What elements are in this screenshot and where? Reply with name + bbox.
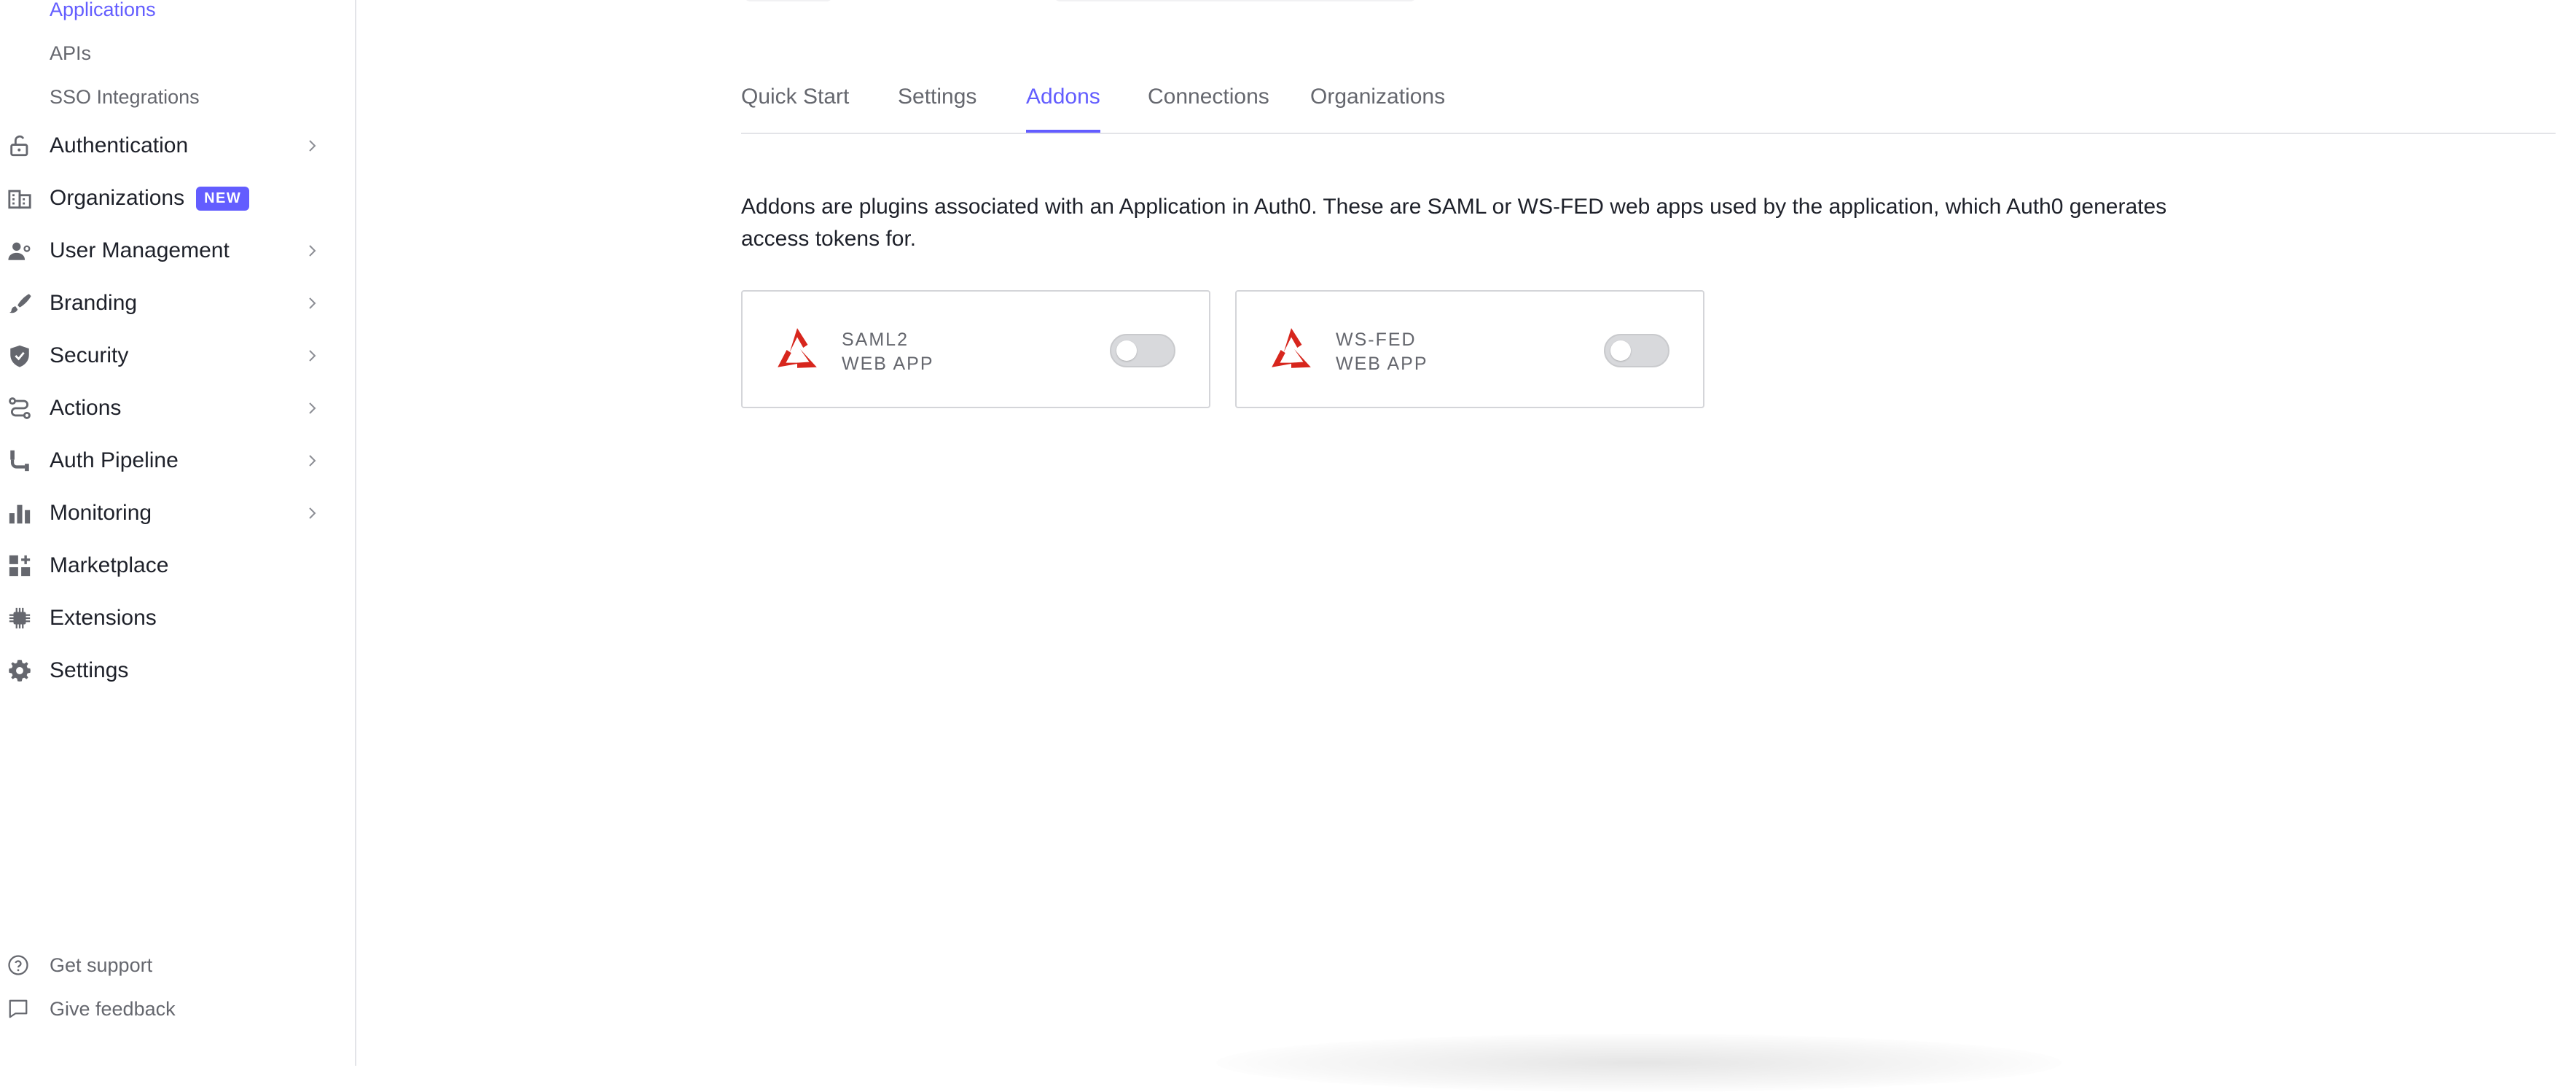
sidebar-subitem-apis[interactable]: APIs bbox=[50, 42, 91, 65]
sidebar-item-label: Security bbox=[50, 343, 129, 367]
addon-logo-icon bbox=[1272, 328, 1311, 368]
toggle-knob bbox=[1116, 340, 1137, 361]
brush-icon bbox=[0, 291, 50, 316]
sidebar-item-organizations[interactable]: Organizations NEW bbox=[0, 178, 321, 219]
sidebar-item-label: Auth Pipeline bbox=[50, 448, 179, 472]
tab-quick-start[interactable]: Quick Start bbox=[741, 85, 849, 133]
lock-icon bbox=[0, 133, 50, 158]
sidebar-item-settings[interactable]: Settings bbox=[0, 650, 321, 691]
bottom-shadow bbox=[1216, 1034, 2062, 1092]
sidebar-item-label: Settings bbox=[50, 658, 129, 682]
addon-card-ws-fed[interactable]: WS-FED WEB APP bbox=[1235, 290, 1704, 408]
sidebar-item-user-management[interactable]: User Management bbox=[0, 230, 321, 271]
sidebar-item-authentication[interactable]: Authentication bbox=[0, 125, 321, 166]
header-control-partial bbox=[743, 0, 834, 1]
addons-description: Addons are plugins associated with an Ap… bbox=[741, 195, 2167, 251]
tab-organizations[interactable]: Organizations bbox=[1310, 85, 1445, 133]
sidebar-item-label: Monitoring bbox=[50, 501, 152, 525]
sidebar: Applications APIs SSO Integrations Authe… bbox=[0, 0, 356, 1066]
saml2-toggle[interactable] bbox=[1110, 334, 1175, 367]
actions-flow-icon bbox=[0, 396, 50, 421]
get-support-label: Get support bbox=[50, 953, 153, 976]
addon-name: SAML2 WEB APP bbox=[842, 328, 934, 376]
header-field-partial bbox=[1053, 0, 1417, 1]
sidebar-item-label: Actions bbox=[50, 396, 122, 420]
sidebar-item-security[interactable]: Security bbox=[0, 335, 321, 376]
chevron-right-icon bbox=[309, 350, 316, 362]
gear-icon bbox=[0, 658, 50, 683]
sidebar-item-label: Marketplace bbox=[50, 553, 169, 577]
chevron-right-icon bbox=[309, 402, 316, 414]
addon-logo-icon bbox=[778, 328, 817, 368]
addon-name-line2: WEB APP bbox=[1336, 354, 1428, 374]
addon-name-line1: WS-FED bbox=[1336, 329, 1417, 350]
sidebar-subitem-applications[interactable]: Applications bbox=[50, 0, 156, 21]
give-feedback-link[interactable]: Give feedback bbox=[0, 994, 176, 1023]
addon-card-saml2[interactable]: SAML2 WEB APP bbox=[741, 290, 1210, 408]
sidebar-subitem-sso-integrations[interactable]: SSO Integrations bbox=[50, 86, 200, 109]
sidebar-item-auth-pipeline[interactable]: Auth Pipeline bbox=[0, 440, 321, 481]
help-circle-icon bbox=[0, 954, 50, 976]
new-badge: NEW bbox=[196, 186, 250, 211]
sidebar-item-label: Branding bbox=[50, 291, 138, 315]
pipeline-icon bbox=[0, 448, 50, 473]
sidebar-item-branding[interactable]: Branding bbox=[0, 283, 321, 324]
sidebar-item-label: Extensions bbox=[50, 606, 157, 630]
grid-plus-icon bbox=[0, 553, 50, 578]
chat-bubble-icon bbox=[0, 998, 50, 1020]
sidebar-item-marketplace[interactable]: Marketplace bbox=[0, 545, 321, 586]
chevron-right-icon bbox=[309, 297, 316, 309]
tab-connections[interactable]: Connections bbox=[1148, 85, 1269, 133]
sidebar-item-label: Organizations bbox=[50, 186, 185, 210]
chevron-right-icon bbox=[309, 507, 316, 519]
addon-name-line1: SAML2 bbox=[842, 329, 909, 350]
sidebar-item-label: User Management bbox=[50, 238, 230, 262]
addon-name-line2: WEB APP bbox=[842, 354, 934, 374]
give-feedback-label: Give feedback bbox=[50, 997, 176, 1020]
sidebar-item-label: Authentication bbox=[50, 133, 189, 157]
chevron-right-icon bbox=[309, 455, 316, 467]
chevron-right-icon bbox=[309, 140, 316, 152]
sidebar-item-actions[interactable]: Actions bbox=[0, 388, 321, 429]
bar-chart-icon bbox=[0, 501, 50, 526]
ws-fed-toggle[interactable] bbox=[1604, 334, 1669, 367]
application-tabs: Quick Start Settings Addons Connections … bbox=[741, 70, 2556, 134]
chip-icon bbox=[0, 606, 50, 631]
building-icon bbox=[0, 186, 50, 211]
sidebar-item-extensions[interactable]: Extensions bbox=[0, 598, 321, 639]
get-support-link[interactable]: Get support bbox=[0, 951, 152, 980]
tab-settings[interactable]: Settings bbox=[898, 85, 976, 133]
user-icon bbox=[0, 238, 50, 263]
tab-addons[interactable]: Addons bbox=[1026, 85, 1100, 133]
toggle-knob bbox=[1610, 340, 1631, 361]
addon-name: WS-FED WEB APP bbox=[1336, 328, 1428, 376]
main-content: Quick Start Settings Addons Connections … bbox=[356, 0, 2576, 1092]
sidebar-item-monitoring[interactable]: Monitoring bbox=[0, 493, 321, 534]
chevron-right-icon bbox=[309, 245, 316, 257]
shield-icon bbox=[0, 343, 50, 368]
